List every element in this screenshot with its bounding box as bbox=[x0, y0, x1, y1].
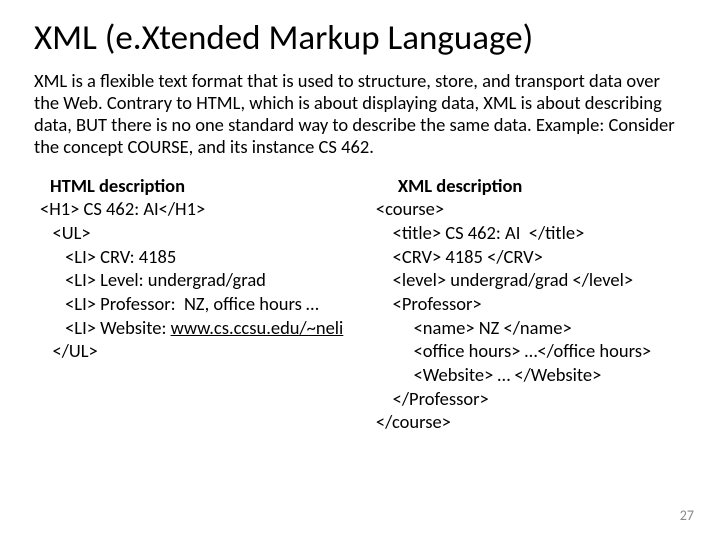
html-code-block: <H1> CS 462: AI</H1> <UL> <LI> CRV: 4185… bbox=[40, 197, 376, 363]
html-column-header: HTML description bbox=[50, 174, 376, 198]
code-text: <LI> Website: bbox=[40, 316, 171, 339]
code-line: <LI> CRV: 4185 bbox=[40, 245, 376, 269]
code-line: <Website> … </Website> bbox=[376, 363, 686, 387]
page-number: 27 bbox=[680, 507, 694, 524]
code-line: <title> CS 462: AI </title> bbox=[376, 221, 686, 245]
code-line: <CRV> 4185 </CRV> bbox=[376, 245, 686, 269]
html-description-column: HTML description <H1> CS 462: AI</H1> <U… bbox=[34, 174, 376, 434]
code-line: <office hours> …</office hours> bbox=[376, 339, 686, 363]
two-column-layout: HTML description <H1> CS 462: AI</H1> <U… bbox=[34, 174, 686, 434]
slide-title: XML (e.Xtended Markup Language) bbox=[34, 18, 686, 58]
xml-column-header: XML description bbox=[398, 174, 686, 198]
code-line: <name> NZ </name> bbox=[376, 316, 686, 340]
code-line: <LI> Professor: NZ, office hours … bbox=[40, 292, 376, 316]
intro-paragraph: XML is a flexible text format that is us… bbox=[34, 70, 686, 157]
code-line: <LI> Level: undergrad/grad bbox=[40, 268, 376, 292]
code-line: </course> bbox=[376, 410, 686, 434]
code-line: <Professor> bbox=[376, 292, 686, 316]
code-line: </Professor> bbox=[376, 387, 686, 411]
xml-description-column: XML description <course> <title> CS 462:… bbox=[376, 174, 686, 434]
xml-code-block: <course> <title> CS 462: AI </title> <CR… bbox=[376, 197, 686, 434]
code-line: <level> undergrad/grad </level> bbox=[376, 268, 686, 292]
code-line: <LI> Website: www.cs.ccsu.edu/~neli bbox=[40, 316, 376, 340]
website-link[interactable]: www.cs.ccsu.edu/~neli bbox=[171, 316, 344, 339]
code-line: </UL> bbox=[40, 339, 376, 363]
code-line: <UL> bbox=[40, 221, 376, 245]
slide: XML (e.Xtended Markup Language) XML is a… bbox=[0, 0, 720, 540]
code-line: <course> bbox=[376, 197, 686, 221]
code-line: <H1> CS 462: AI</H1> bbox=[40, 197, 376, 221]
